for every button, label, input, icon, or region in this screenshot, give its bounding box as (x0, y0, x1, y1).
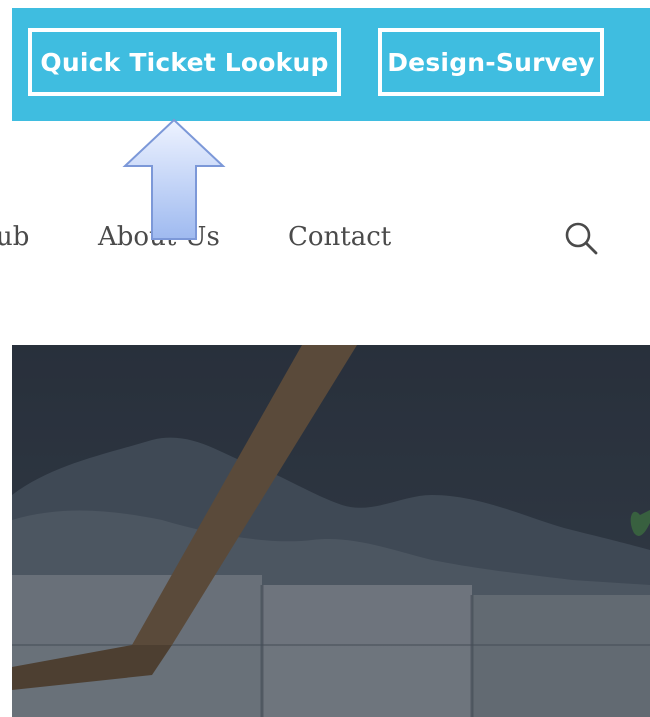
design-survey-button[interactable]: Design-Survey (378, 28, 604, 96)
quick-ticket-lookup-button[interactable]: Quick Ticket Lookup (28, 28, 341, 96)
nav-item-contact[interactable]: Contact (288, 216, 391, 258)
page: Quick Ticket Lookup Design-Survey ub Abo… (0, 0, 650, 717)
search-icon[interactable] (560, 218, 604, 258)
up-arrow-icon (122, 118, 226, 242)
top-bar: Quick Ticket Lookup Design-Survey (12, 8, 650, 121)
nav-item-partial[interactable]: ub (0, 216, 29, 258)
hero-image (12, 345, 650, 717)
